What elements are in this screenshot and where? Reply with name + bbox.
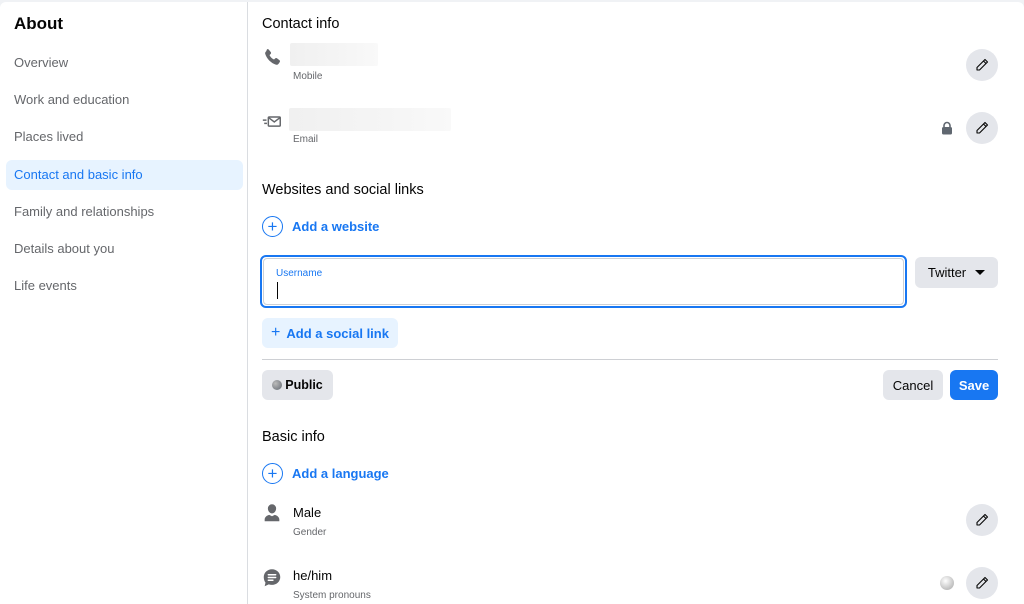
phone-icon [265, 49, 281, 65]
username-field[interactable]: Username [260, 255, 907, 308]
gender-value: Male [293, 505, 322, 520]
sidebar-item-work-and-education[interactable]: Work and education [6, 85, 243, 115]
sidebar-item-overview[interactable]: Overview [6, 48, 243, 78]
cancel-button[interactable]: Cancel [883, 370, 943, 400]
speech-bubble-icon [263, 569, 281, 587]
sidebar-item-details-about-you[interactable]: Details about you [6, 234, 243, 264]
mobile-value-redacted [290, 43, 378, 66]
websites-heading: Websites and social links [262, 182, 424, 198]
add-website-button[interactable]: + Add a website [262, 214, 379, 238]
pronouns-label: System pronouns [293, 590, 371, 601]
basic-info-heading: Basic info [262, 429, 325, 445]
add-language-label: Add a language [292, 465, 389, 481]
lock-icon[interactable] [941, 121, 953, 135]
sidebar-item-family-and-relationships[interactable]: Family and relationships [6, 197, 243, 227]
text-cursor [277, 282, 278, 299]
email-label: Email [293, 134, 319, 145]
username-input[interactable] [276, 282, 886, 300]
pronouns-value: he/him [293, 568, 333, 583]
save-button[interactable]: Save [950, 370, 998, 400]
pencil-icon [976, 121, 989, 134]
username-label: Username [276, 268, 323, 279]
person-icon [264, 504, 280, 522]
add-social-link-label: Add a social link [286, 325, 389, 341]
edit-email-button[interactable] [966, 112, 998, 144]
plus-circle-icon: + [262, 215, 283, 237]
plus-icon: + [271, 324, 281, 341]
globe-icon[interactable] [940, 576, 954, 590]
email-value-redacted [289, 108, 451, 131]
contact-info-heading: Contact info [262, 16, 340, 32]
social-network-select[interactable]: Twitter [915, 257, 998, 288]
email-icon [262, 116, 281, 127]
pencil-icon [976, 576, 989, 589]
social-network-selected: Twitter [927, 265, 967, 280]
add-website-label: Add a website [292, 218, 380, 234]
edit-gender-button[interactable] [966, 504, 998, 536]
pencil-icon [976, 58, 989, 71]
audience-label: Public [285, 378, 323, 392]
mobile-label: Mobile [293, 71, 323, 82]
add-language-button[interactable]: + Add a language [262, 461, 389, 485]
about-page: About Overview Work and education Places… [0, 2, 1024, 604]
divider [262, 359, 998, 360]
gender-label: Gender [293, 527, 327, 538]
add-social-link-button[interactable]: + Add a social link [262, 318, 398, 348]
main-content: Contact info Mobile Email Websites and s… [249, 2, 1024, 604]
sidebar-item-places-lived[interactable]: Places lived [6, 122, 243, 152]
globe-icon [272, 380, 283, 390]
sidebar-item-life-events[interactable]: Life events [6, 271, 243, 301]
edit-mobile-button[interactable] [966, 49, 998, 81]
sidebar-title: About [14, 14, 64, 33]
about-sidebar: About Overview Work and education Places… [0, 2, 248, 604]
sidebar-item-contact-and-basic-info[interactable]: Contact and basic info [6, 160, 243, 190]
caret-down-icon [975, 270, 986, 275]
audience-public-button[interactable]: Public [262, 370, 333, 400]
pencil-icon [976, 513, 989, 526]
plus-circle-icon: + [262, 462, 283, 484]
edit-pronouns-button[interactable] [966, 567, 998, 599]
